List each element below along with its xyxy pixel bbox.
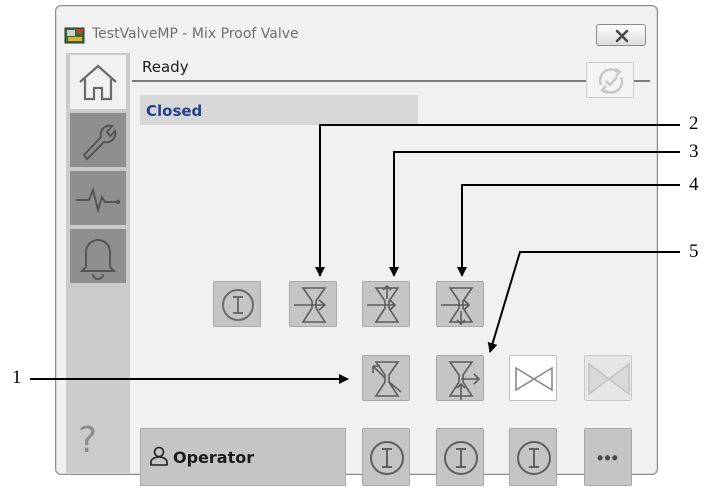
valve-command-icon xyxy=(448,361,481,400)
valve-app-icon xyxy=(64,25,86,45)
interlock-icon xyxy=(517,441,551,475)
more-button[interactable]: ••• xyxy=(584,428,632,486)
home-icon xyxy=(79,64,117,101)
open-valve-button[interactable] xyxy=(289,281,337,327)
help-button[interactable]: ? xyxy=(78,420,97,461)
callout-3: 3 xyxy=(689,141,699,162)
valve-closed-indicator xyxy=(509,355,557,401)
callout-4: 4 xyxy=(689,174,699,195)
valve-close-icon xyxy=(372,361,402,397)
wrench-icon xyxy=(82,124,117,161)
upper-seat-lift-button[interactable] xyxy=(362,281,410,327)
callout-1: 1 xyxy=(12,367,22,388)
nav-trends-tab[interactable] xyxy=(70,171,126,225)
bell-icon xyxy=(79,239,117,280)
bowtie-valve-icon xyxy=(515,366,553,392)
nav-home-tab[interactable] xyxy=(70,55,126,109)
upper-seat-lift-icon xyxy=(367,284,400,323)
command-source-button[interactable] xyxy=(586,62,634,98)
interlock-icon xyxy=(444,441,478,475)
interlock-bypass-button-2[interactable] xyxy=(362,428,410,486)
lower-seat-lift-button[interactable] xyxy=(436,281,484,327)
status-divider xyxy=(132,80,650,82)
refresh-check-icon xyxy=(598,67,624,95)
person-icon xyxy=(148,445,170,467)
close-button[interactable] xyxy=(596,24,646,46)
close-valve-button[interactable] xyxy=(362,355,410,401)
window-title: TestValveMP - Mix Proof Valve xyxy=(92,26,299,42)
lower-seat-lift-icon xyxy=(441,287,474,326)
interlock-icon xyxy=(370,441,404,475)
valve-state-text: Closed xyxy=(146,102,203,120)
valve-disabled-indicator xyxy=(584,355,632,401)
pulse-icon xyxy=(76,186,121,214)
valve-open-icon xyxy=(294,287,327,323)
status-text: Ready xyxy=(142,58,189,76)
interlock-bypass-button-3[interactable] xyxy=(436,428,484,486)
nav-alarms-tab[interactable] xyxy=(70,229,126,283)
callout-2: 2 xyxy=(689,113,699,134)
interlock-bypass-button-4[interactable] xyxy=(509,428,557,486)
callout-5: 5 xyxy=(689,241,699,262)
interlock-icon xyxy=(222,289,254,321)
interlock-bypass-button[interactable] xyxy=(213,281,261,327)
nav-maintenance-tab[interactable] xyxy=(70,113,126,167)
valve-command-button[interactable] xyxy=(436,355,484,401)
operator-label: Operator xyxy=(173,448,255,467)
close-x-icon xyxy=(615,29,629,43)
bowtie-valve-disabled-icon xyxy=(588,362,630,396)
